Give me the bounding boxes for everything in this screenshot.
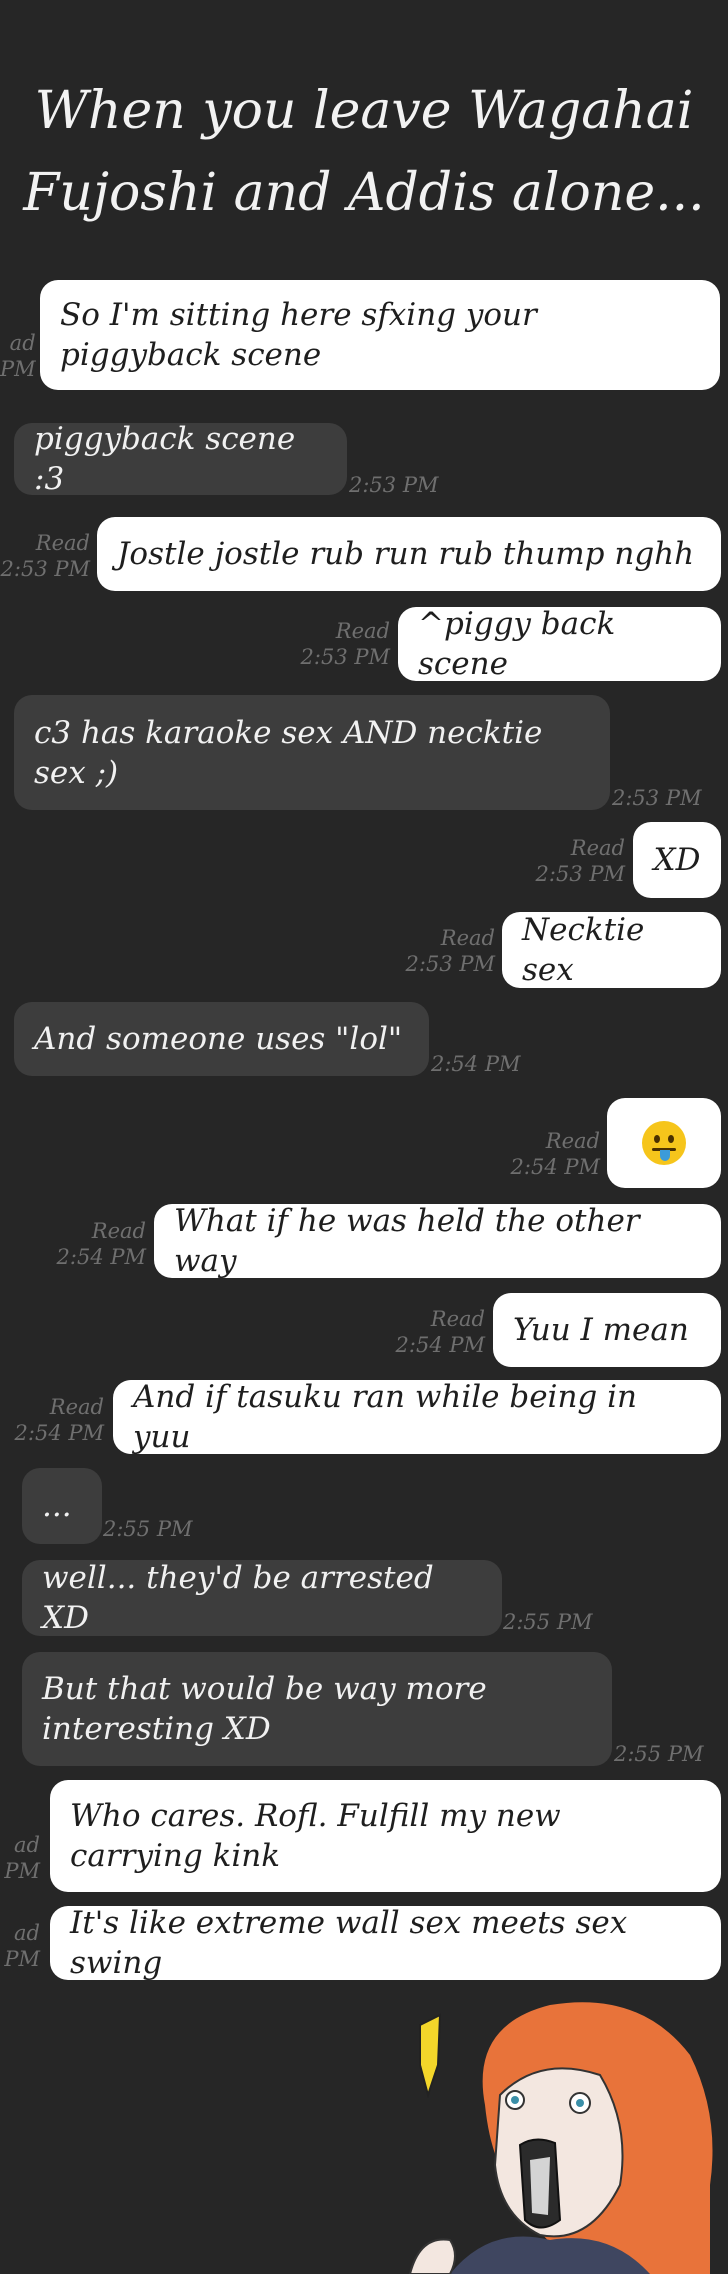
message-bubble-outgoing[interactable]: It's like extreme wall sex meets sex swi… — [50, 1905, 721, 1981]
message-timestamp: 2:55 PM — [503, 1610, 593, 1634]
message-text: It's like extreme wall sex meets sex swi… — [70, 1905, 628, 1981]
read-receipt: Read 2:53 PM — [405, 926, 495, 976]
message-text: ^piggy back scene — [418, 606, 616, 682]
message-text: And someone uses "lol" — [34, 1021, 403, 1057]
read-receipt: Read 2:53 PM — [0, 531, 90, 581]
read-receipt: Read 2:54 PM — [395, 1307, 485, 1357]
message-bubble-incoming[interactable]: well... they'd be arrested XD — [22, 1560, 502, 1636]
message-text: well... they'd be arrested XD — [42, 1560, 434, 1636]
message-bubble-incoming[interactable]: ... — [22, 1468, 102, 1544]
read-receipt: Read 2:54 PM — [14, 1395, 104, 1445]
message-bubble-outgoing[interactable]: Who cares. Rofl. Fulfill my new carrying… — [50, 1780, 721, 1892]
read-receipt: ad PM — [0, 331, 36, 381]
message-text: ... — [42, 1488, 72, 1524]
message-timestamp: 2:53 PM — [612, 786, 702, 810]
exclamation-mark-icon — [419, 2013, 442, 2099]
message-text: Jostle jostle rub run rub thump nghh — [117, 536, 695, 572]
message-text: So I'm sitting here sfxing your piggybac… — [60, 297, 537, 373]
drooling-face-icon — [642, 1121, 686, 1165]
read-receipt: Read 2:53 PM — [300, 619, 390, 669]
read-receipt: Read 2:53 PM — [535, 836, 625, 886]
message-bubble-incoming[interactable]: But that would be way more interesting X… — [22, 1652, 612, 1766]
message-timestamp: 2:55 PM — [103, 1517, 193, 1541]
read-receipt: ad PM — [4, 1921, 40, 1971]
message-bubble-outgoing[interactable]: So I'm sitting here sfxing your piggybac… — [40, 280, 720, 390]
character-hand — [408, 2238, 456, 2274]
read-receipt: ad PM — [4, 1833, 40, 1883]
message-text: And if tasuku ran while being in yuu — [133, 1379, 638, 1455]
message-bubble-outgoing[interactable]: Yuu I mean — [493, 1293, 721, 1367]
message-bubble-outgoing[interactable]: XD — [633, 822, 721, 898]
read-receipt: Read 2:54 PM — [510, 1129, 600, 1179]
message-bubble-incoming[interactable]: piggyback scene :3 — [14, 421, 347, 497]
read-receipt: Read 2:54 PM — [56, 1219, 146, 1269]
message-text: c3 has karaoke sex AND necktie sex ;) — [34, 714, 543, 791]
message-timestamp: 2:55 PM — [614, 1742, 704, 1766]
message-bubble-incoming[interactable]: And someone uses "lol" — [14, 1002, 429, 1076]
message-timestamp: 2:53 PM — [349, 473, 439, 497]
message-text: Who cares. Rofl. Fulfill my new carrying… — [70, 1798, 561, 1874]
title-line-2: Fujoshi and Addis alone... — [23, 163, 705, 223]
message-text: Necktie sex — [522, 912, 645, 988]
message-text: XD — [653, 842, 701, 878]
message-bubble-outgoing[interactable] — [607, 1098, 721, 1188]
message-bubble-incoming[interactable]: c3 has karaoke sex AND necktie sex ;) — [14, 695, 610, 810]
message-bubble-outgoing[interactable]: Necktie sex — [502, 912, 721, 988]
shocked-character-illustration — [408, 2002, 713, 2274]
message-text: piggyback scene :3 — [34, 421, 296, 497]
message-timestamp: 2:54 PM — [431, 1052, 521, 1076]
title-line-1: When you leave Wagahai — [34, 81, 694, 141]
comic-title: When you leave Wagahai Fujoshi and Addis… — [0, 70, 728, 234]
message-bubble-outgoing[interactable]: And if tasuku ran while being in yuu — [113, 1379, 721, 1455]
message-text: But that would be way more interesting X… — [42, 1671, 487, 1747]
message-bubble-outgoing[interactable]: What if he was held the other way — [154, 1203, 721, 1279]
message-text: What if he was held the other way — [174, 1203, 640, 1279]
message-bubble-outgoing[interactable]: Jostle jostle rub run rub thump nghh — [97, 517, 721, 591]
message-bubble-outgoing[interactable]: ^piggy back scene — [398, 606, 721, 682]
message-text: Yuu I mean — [513, 1312, 689, 1348]
